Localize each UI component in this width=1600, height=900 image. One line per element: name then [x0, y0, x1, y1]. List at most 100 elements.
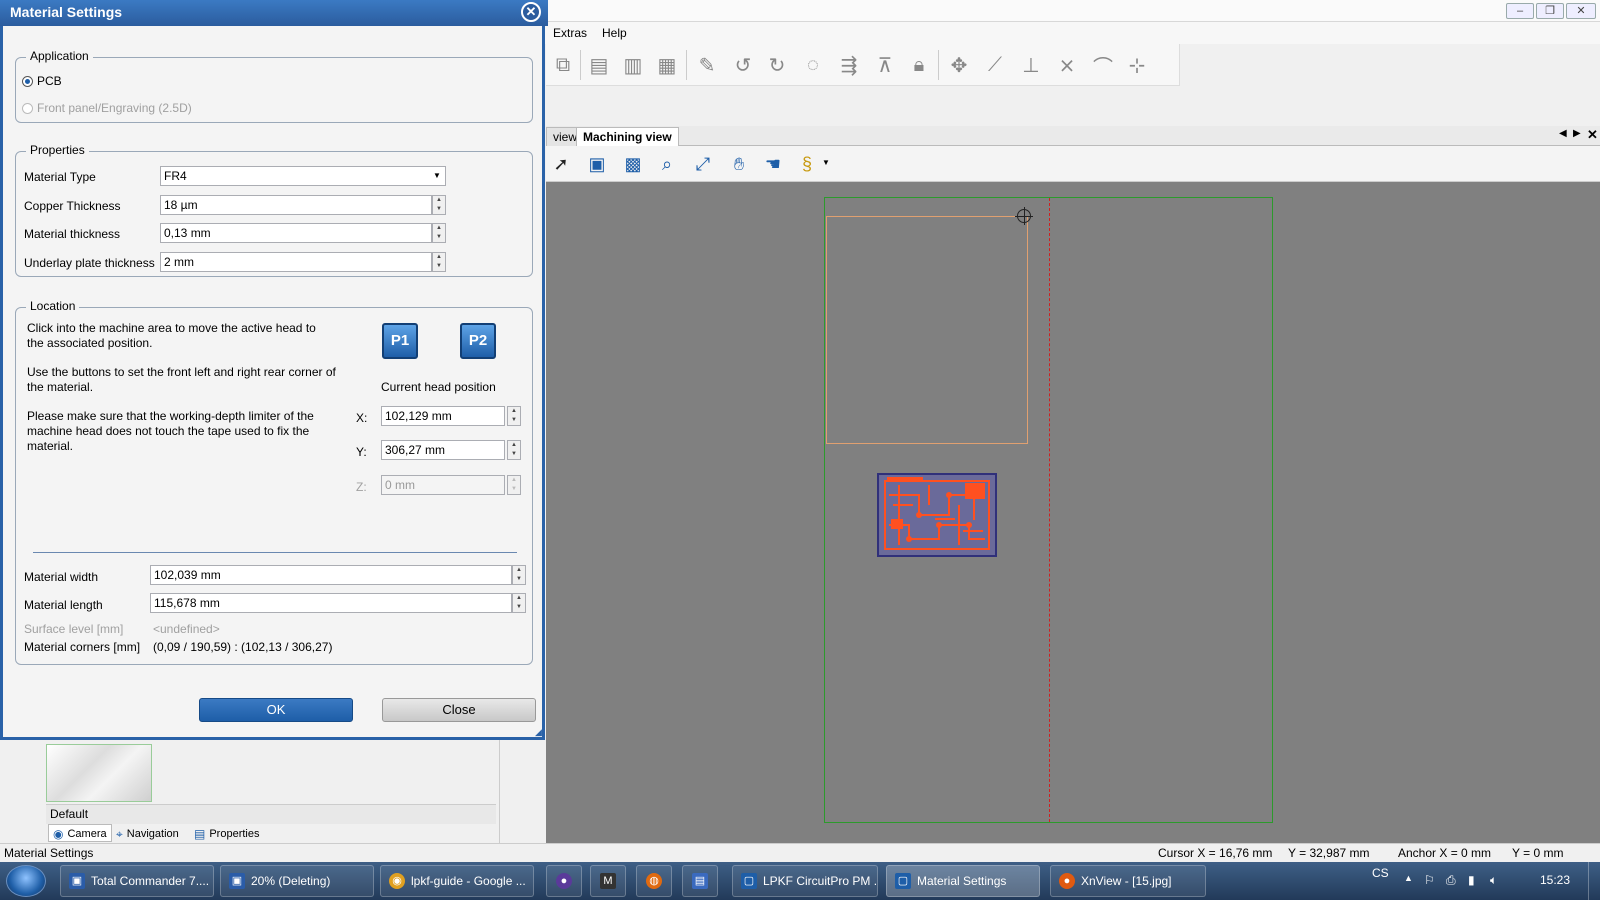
insert-point-icon[interactable]: ⊹: [1122, 50, 1152, 80]
move-head-hand-icon[interactable]: ☚: [758, 149, 788, 179]
printer-icon[interactable]: ⎙: [1446, 873, 1456, 888]
material-length-field[interactable]: 115,678 mm: [150, 593, 512, 613]
pcb-radio[interactable]: [22, 76, 33, 87]
material-length-stepper[interactable]: ▲ ▼: [512, 593, 526, 613]
head-x-stepper[interactable]: ▲ ▼: [507, 406, 521, 426]
material-corners-label: Material corners [mm]: [24, 640, 141, 654]
head-y-field[interactable]: 306,27 mm: [381, 440, 505, 460]
network-icon[interactable]: ▮: [1468, 873, 1475, 887]
copper-thickness-field[interactable]: 18 µm: [160, 195, 432, 215]
material-thickness-field[interactable]: 0,13 mm: [160, 223, 432, 243]
taskbar-item-xnview[interactable]: ● XnView - [15.jpg]: [1050, 865, 1206, 897]
zoom-window-icon[interactable]: ⌕: [652, 149, 682, 179]
head-y-stepper[interactable]: ▲ ▼: [507, 440, 521, 460]
close-button[interactable]: Close: [382, 698, 536, 722]
p1-button[interactable]: P1: [382, 323, 418, 359]
properties-group: Properties Material Type FR4 ▼ Copper Th…: [15, 143, 533, 277]
edit-icon[interactable]: ✎: [692, 50, 722, 80]
clock[interactable]: 15:23: [1540, 873, 1570, 887]
machine-canvas[interactable]: [546, 182, 1600, 843]
tab-scroll-left-icon[interactable]: ◀: [1559, 128, 1567, 139]
dialog-close-icon[interactable]: ✕: [521, 2, 541, 22]
minimize-button[interactable]: –: [1506, 3, 1534, 19]
dialog-titlebar[interactable]: Material Settings: [0, 0, 548, 26]
taskbar-item-label: 20% (Deleting): [251, 874, 331, 888]
p2-button[interactable]: P2: [460, 323, 496, 359]
select-pointer-icon[interactable]: ➚: [546, 149, 576, 179]
taskbar-item-total-commander[interactable]: ▣ Total Commander 7....: [60, 865, 214, 897]
arc-icon[interactable]: ⌒: [1088, 50, 1118, 80]
chevron-down-icon[interactable]: ▼: [430, 167, 444, 185]
ok-button[interactable]: OK: [199, 698, 353, 722]
show-desktop-button[interactable]: [1588, 862, 1600, 900]
tab-properties-label: Properties: [209, 828, 260, 840]
align-icon[interactable]: ⧉: [548, 50, 578, 80]
resize-grip-icon[interactable]: ◢: [535, 727, 542, 738]
tray-expand-icon[interactable]: ▲: [1404, 873, 1413, 883]
dimension-icon[interactable]: ⨯: [1052, 50, 1082, 80]
taskbar-item-label: LPKF CircuitPro PM ...: [763, 874, 878, 888]
statusbar: Material Settings Cursor X = 16,76 mm Y …: [0, 843, 1600, 862]
rotate-cw-icon[interactable]: ↻: [762, 50, 792, 80]
toolbar-separator: [938, 50, 939, 80]
move-icon[interactable]: ✥: [944, 50, 974, 80]
taskbar-item-app-1[interactable]: ●: [546, 865, 582, 897]
flag-icon[interactable]: ⚐: [1424, 873, 1435, 887]
pcb-radio-label[interactable]: PCB: [37, 74, 62, 88]
rotate-ccw-icon[interactable]: ↺: [728, 50, 758, 80]
volume-icon[interactable]: 🔈︎: [1490, 873, 1497, 888]
snap-icon[interactable]: §: [792, 149, 822, 179]
pan-hand-icon[interactable]: ✋︎: [724, 149, 754, 179]
app-purple-icon: ●: [556, 873, 572, 889]
taskbar-item-app-3[interactable]: ▤: [682, 865, 718, 897]
underlay-thickness-field[interactable]: 2 mm: [160, 252, 432, 272]
align-right-icon[interactable]: ▥: [618, 50, 648, 80]
main-toolbar: ⧉ ▤ ▥ ▦ ✎ ↺ ↻ ◌ ⇶ ⊼ 🔒︎ ✥ ⟋ ⊥ ⨯ ⌒ ⊹: [546, 44, 1180, 86]
material-width-stepper[interactable]: ▲ ▼: [512, 565, 526, 585]
taskbar-item-chrome[interactable]: ◉ lpkf-guide - Google ...: [380, 865, 534, 897]
taskbar-item-circuitpro[interactable]: ▢ LPKF CircuitPro PM ...: [732, 865, 878, 897]
measure-icon[interactable]: ⊥: [1016, 50, 1046, 80]
close-app-button[interactable]: ✕: [1566, 3, 1596, 19]
location-help-text-3: Please make sure that the working-depth …: [27, 409, 314, 453]
taskbar-item-app-2[interactable]: M: [590, 865, 626, 897]
chrome-icon: ◉: [389, 873, 405, 889]
head-x-field[interactable]: 102,129 mm: [381, 406, 505, 426]
line-tool-icon[interactable]: ⟋: [980, 50, 1010, 80]
machine-area[interactable]: [824, 197, 1273, 823]
underlay-thickness-stepper[interactable]: ▲ ▼: [432, 252, 446, 272]
mirror-vertical-icon[interactable]: ⊼: [870, 50, 900, 80]
material-thickness-stepper[interactable]: ▲ ▼: [432, 223, 446, 243]
taskbar-item-deleting[interactable]: ▣ 20% (Deleting): [220, 865, 374, 897]
remote-desktop-icon: ▤: [692, 873, 708, 889]
material-type-select[interactable]: FR4: [160, 166, 446, 186]
taskbar-item-firefox[interactable]: ◍: [636, 865, 672, 897]
tab-properties[interactable]: ▤ Properties: [190, 824, 263, 842]
menu-extras[interactable]: Extras: [553, 26, 587, 40]
dialog-window-icon: ▢: [895, 873, 911, 889]
snap-dropdown-icon[interactable]: ▼: [822, 158, 830, 167]
tab-scroll-right-icon[interactable]: ▶: [1573, 128, 1581, 139]
tab-navigation[interactable]: ⌖ Navigation: [112, 824, 183, 842]
material-length-value: 115,678 mm: [154, 596, 220, 610]
distribute-icon[interactable]: ▦: [652, 50, 682, 80]
lock-icon[interactable]: 🔒︎: [904, 50, 934, 80]
tab-camera[interactable]: ◉ Camera: [48, 824, 112, 842]
zoom-width-icon[interactable]: ⤢: [688, 149, 718, 179]
material-width-field[interactable]: 102,039 mm: [150, 565, 512, 585]
taskbar-item-material-settings[interactable]: ▢ Material Settings: [886, 865, 1040, 897]
tab-machining-view[interactable]: Machining view: [576, 127, 679, 146]
close-view-icon[interactable]: ✕: [1587, 127, 1598, 143]
zoom-all-icon[interactable]: ▣: [582, 149, 612, 179]
mirror-horizontal-icon[interactable]: ⇶: [834, 50, 864, 80]
copper-thickness-stepper[interactable]: ▲ ▼: [432, 195, 446, 215]
restore-button[interactable]: ❐: [1536, 3, 1564, 19]
start-button[interactable]: [6, 865, 46, 897]
underlay-thickness-label: Underlay plate thickness: [24, 256, 155, 270]
menu-help[interactable]: Help: [602, 26, 627, 40]
rotate-free-icon[interactable]: ◌: [798, 50, 828, 80]
pcb-layout[interactable]: [877, 473, 997, 557]
zoom-material-icon[interactable]: ▩: [618, 149, 648, 179]
language-indicator[interactable]: CS: [1372, 866, 1389, 880]
align-left-icon[interactable]: ▤: [584, 50, 614, 80]
